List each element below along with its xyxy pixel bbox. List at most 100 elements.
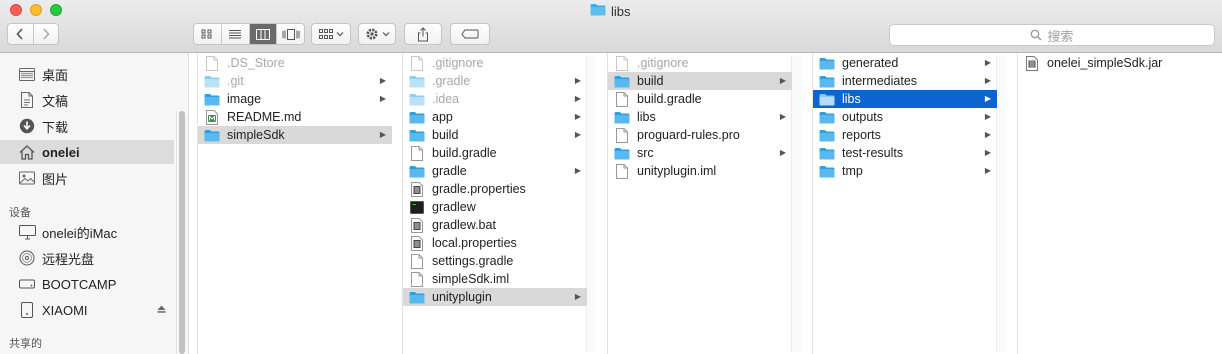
folder-row[interactable]: reports ▶ — [813, 126, 997, 144]
file-row[interactable]: .gitignore — [403, 54, 587, 72]
sidebar-item-label: 图片 — [42, 171, 69, 187]
finder-window: libs 搜索 桌面 文稿 下载 onelei 图片 设备 onelei的iMa… — [0, 0, 1222, 354]
folder-row[interactable]: test-results ▶ — [813, 144, 997, 162]
properties-file-icon — [409, 181, 425, 197]
markdown-file-icon — [204, 109, 220, 125]
tags-button[interactable] — [450, 23, 490, 45]
grid-icon — [201, 29, 212, 39]
minimize-window-button[interactable] — [30, 4, 42, 16]
item-name: local.properties — [432, 236, 517, 250]
folder-icon — [819, 92, 835, 106]
browser-column-5: onelei_simpleSdk.jar — [1017, 53, 1222, 354]
folder-row[interactable]: libs ▶ — [813, 90, 997, 108]
sidebar: 桌面 文稿 下载 onelei 图片 设备 onelei的iMac 远程光盘 B… — [0, 53, 189, 354]
folder-icon — [819, 74, 835, 88]
sidebar-item-bootcamp[interactable]: BOOTCAMP — [0, 272, 174, 296]
file-row[interactable]: onelei_simpleSdk.jar — [1018, 54, 1222, 72]
coverflow-icon — [282, 28, 300, 40]
item-name: outputs — [842, 110, 884, 124]
file-row[interactable]: unityplugin.iml — [608, 162, 792, 180]
file-row[interactable]: .gitignore — [608, 54, 792, 72]
file-icon — [204, 55, 220, 71]
item-name: README.md — [227, 110, 302, 124]
browser-column-2: .gitignore .gradle ▶ .idea ▶ app ▶ build ▶ build.… — [402, 53, 596, 354]
file-row[interactable]: build.gradle — [403, 144, 587, 162]
column-scrollbar[interactable] — [791, 56, 801, 352]
sidebar-item-imac[interactable]: onelei的iMac — [0, 220, 174, 244]
coverflow-view-button[interactable] — [277, 24, 304, 44]
file-icon — [409, 55, 425, 71]
column-scrollbar[interactable] — [996, 56, 1006, 352]
window-title-text: libs — [611, 3, 631, 19]
folder-row[interactable]: gradle ▶ — [403, 162, 587, 180]
folder-icon — [409, 74, 425, 88]
arrange-button[interactable] — [311, 23, 351, 45]
list-view-button[interactable] — [222, 24, 250, 44]
column-scrollbar[interactable] — [586, 56, 596, 352]
folder-icon — [819, 146, 835, 160]
sidebar-item-downloads[interactable]: 下载 — [0, 114, 174, 138]
folder-row[interactable]: .git ▶ — [198, 72, 392, 90]
item-name: gradlew — [432, 200, 476, 214]
folder-row[interactable]: build ▶ — [608, 72, 792, 90]
share-icon — [418, 26, 428, 41]
file-row[interactable]: .DS_Store — [198, 54, 392, 72]
folder-row[interactable]: simpleSdk ▶ — [198, 126, 392, 144]
list-icon — [229, 30, 242, 39]
folder-row[interactable]: build ▶ — [403, 126, 587, 144]
file-icon — [409, 253, 425, 269]
folder-icon — [409, 110, 425, 124]
disclosure-arrow-icon: ▶ — [574, 76, 581, 85]
sidebar-item-pictures[interactable]: 图片 — [0, 166, 174, 190]
back-button[interactable] — [8, 24, 34, 44]
documents-icon — [18, 91, 36, 109]
file-row[interactable]: gradlew — [403, 198, 587, 216]
sidebar-scrollbar[interactable] — [176, 111, 186, 354]
forward-button[interactable] — [34, 24, 59, 44]
search-field[interactable]: 搜索 — [889, 24, 1215, 46]
action-button[interactable] — [358, 23, 396, 45]
search-icon — [1031, 29, 1042, 41]
file-row[interactable]: proguard-rules.pro — [608, 126, 792, 144]
file-row[interactable]: gradle.properties — [403, 180, 587, 198]
folder-row[interactable]: generated ▶ — [813, 54, 997, 72]
file-row[interactable]: simpleSdk.iml — [403, 270, 587, 288]
properties-file-icon — [409, 217, 425, 233]
sidebar-item-xiaomi[interactable]: XIAOMI — [0, 298, 174, 322]
share-button[interactable] — [404, 23, 442, 45]
folder-row[interactable]: intermediates ▶ — [813, 72, 997, 90]
eject-icon[interactable] — [157, 305, 166, 316]
close-window-button[interactable] — [10, 4, 22, 16]
folder-row[interactable]: .gradle ▶ — [403, 72, 587, 90]
folder-icon — [204, 74, 220, 88]
sidebar-item-home[interactable]: onelei — [0, 140, 174, 164]
file-row[interactable]: build.gradle — [608, 90, 792, 108]
sidebar-item-label: 远程光盘 — [42, 251, 95, 267]
column-view-button[interactable] — [249, 24, 278, 44]
disclosure-arrow-icon: ▶ — [984, 130, 991, 139]
folder-row[interactable]: .idea ▶ — [403, 90, 587, 108]
folder-icon — [819, 110, 835, 124]
sidebar-item-documents[interactable]: 文稿 — [0, 88, 174, 112]
item-name: libs — [637, 110, 656, 124]
drive-icon — [18, 301, 36, 319]
folder-row[interactable]: image ▶ — [198, 90, 392, 108]
file-row[interactable]: local.properties — [403, 234, 587, 252]
folder-row[interactable]: outputs ▶ — [813, 108, 997, 126]
item-name: .gradle — [432, 74, 471, 88]
maximize-window-button[interactable] — [50, 4, 62, 16]
folder-row[interactable]: tmp ▶ — [813, 162, 997, 180]
file-row[interactable]: README.md — [198, 108, 392, 126]
file-row[interactable]: settings.gradle — [403, 252, 587, 270]
sidebar-item-label: XIAOMI — [42, 302, 88, 318]
folder-row[interactable]: unityplugin ▶ — [403, 288, 587, 306]
folder-row[interactable]: src ▶ — [608, 144, 792, 162]
sidebar-item-desktop[interactable]: 桌面 — [0, 62, 174, 86]
file-row[interactable]: gradlew.bat — [403, 216, 587, 234]
folder-row[interactable]: libs ▶ — [608, 108, 792, 126]
icon-view-button[interactable] — [194, 24, 222, 44]
sidebar-item-remote-disc[interactable]: 远程光盘 — [0, 246, 174, 270]
disclosure-arrow-icon: ▶ — [984, 58, 991, 67]
folder-row[interactable]: app ▶ — [403, 108, 587, 126]
scrollbar-thumb[interactable] — [179, 111, 185, 354]
